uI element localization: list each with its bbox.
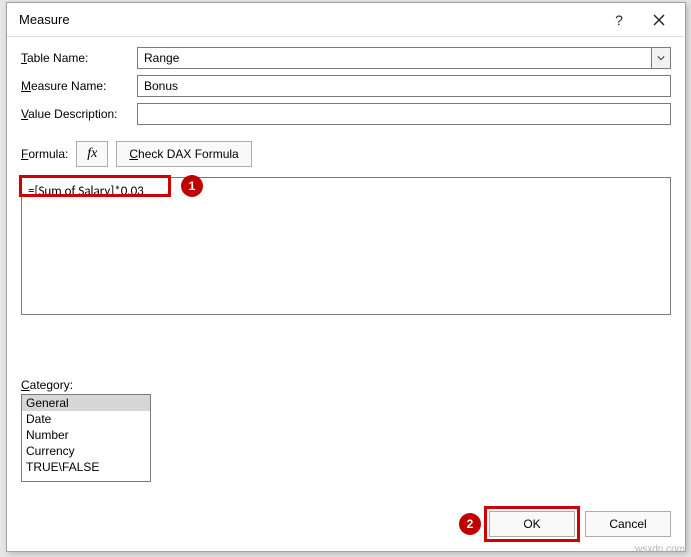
value-description-input[interactable] bbox=[137, 103, 671, 125]
fx-button[interactable]: fx bbox=[76, 141, 108, 167]
check-dax-button[interactable]: Check DAX Formula bbox=[116, 141, 251, 167]
row-table-name: Table Name: bbox=[21, 47, 671, 69]
dialog-content: Table Name: Measure Name: Value Descript… bbox=[7, 37, 685, 501]
label-measure-name: Measure Name: bbox=[21, 79, 137, 93]
dialog-title: Measure bbox=[19, 12, 599, 27]
label-category: Category: bbox=[21, 378, 671, 392]
chevron-down-icon bbox=[657, 54, 665, 62]
close-button[interactable] bbox=[639, 6, 679, 34]
annotation-callout-2: 2 bbox=[459, 513, 481, 535]
label-formula: Formula: bbox=[21, 147, 68, 161]
category-item-general[interactable]: General bbox=[22, 395, 150, 411]
table-name-dropdown-button[interactable] bbox=[651, 47, 671, 69]
label-value-description: Value Description: bbox=[21, 107, 137, 121]
cancel-button[interactable]: Cancel bbox=[585, 511, 671, 537]
ok-button[interactable]: OK bbox=[489, 511, 575, 537]
formula-input[interactable] bbox=[21, 177, 671, 315]
table-name-combo[interactable] bbox=[137, 47, 671, 69]
category-item-currency[interactable]: Currency bbox=[22, 443, 150, 459]
close-icon bbox=[653, 14, 665, 26]
titlebar: Measure ? bbox=[7, 3, 685, 37]
measure-name-input[interactable] bbox=[137, 75, 671, 97]
row-value-description: Value Description: bbox=[21, 103, 671, 125]
row-formula-tools: Formula: fx Check DAX Formula bbox=[21, 141, 671, 167]
category-list[interactable]: General Date Number Currency TRUE\FALSE bbox=[21, 394, 151, 482]
category-item-truefalse[interactable]: TRUE\FALSE bbox=[22, 459, 150, 475]
category-item-number[interactable]: Number bbox=[22, 427, 150, 443]
watermark: wsxdn.com bbox=[635, 544, 685, 555]
dialog-footer: 2 OK Cancel bbox=[7, 501, 685, 551]
table-name-input[interactable] bbox=[137, 47, 651, 69]
category-item-date[interactable]: Date bbox=[22, 411, 150, 427]
measure-dialog: Measure ? Table Name: Measure Name: Valu… bbox=[6, 2, 686, 552]
row-measure-name: Measure Name: bbox=[21, 75, 671, 97]
help-button[interactable]: ? bbox=[599, 6, 639, 34]
formula-area: 1 bbox=[21, 177, 671, 318]
label-table-name: Table Name: bbox=[21, 51, 137, 65]
